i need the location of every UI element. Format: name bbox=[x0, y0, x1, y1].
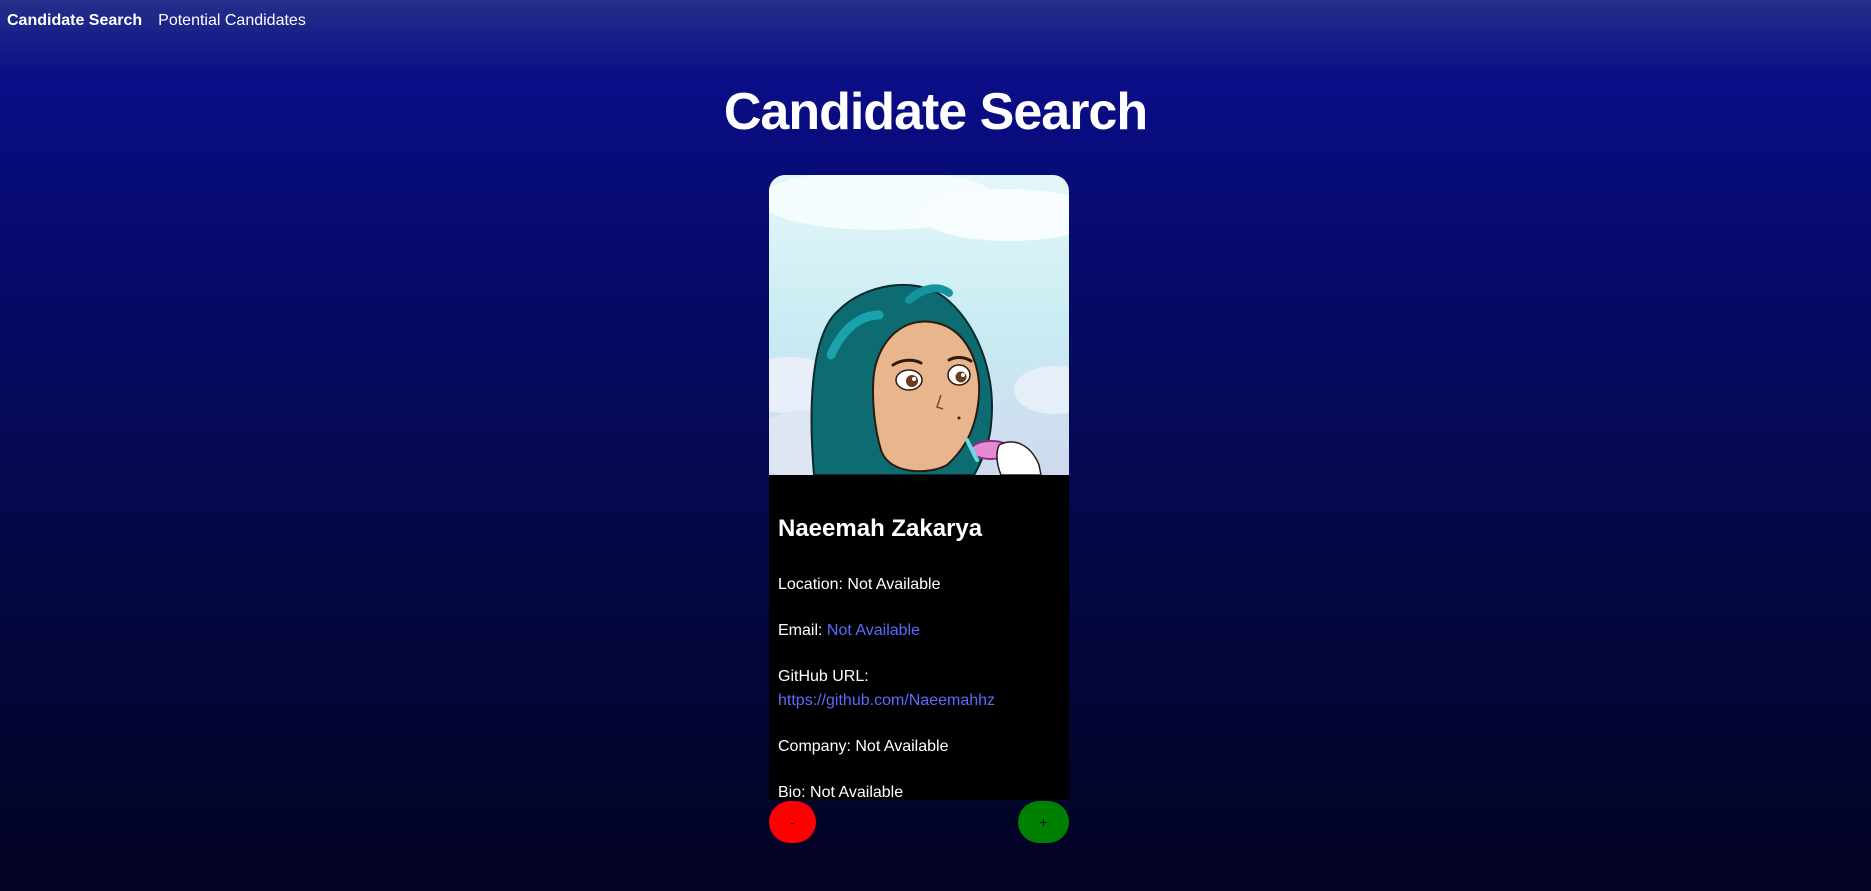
location-row: Location: Not Available bbox=[778, 573, 1060, 597]
candidate-avatar bbox=[769, 175, 1069, 475]
email-link[interactable]: Not Available bbox=[827, 622, 920, 639]
accept-button[interactable]: + bbox=[1018, 801, 1069, 843]
location-value: Not Available bbox=[847, 576, 941, 593]
github-label: GitHub URL: bbox=[778, 668, 869, 685]
bio-value: Not Available bbox=[810, 784, 904, 801]
company-row: Company: Not Available bbox=[778, 735, 1060, 759]
email-label: Email: bbox=[778, 622, 823, 639]
candidate-card: Naeemah Zakarya Location: Not Available … bbox=[769, 175, 1069, 801]
email-row: Email: Not Available bbox=[778, 619, 1060, 643]
bio-label: Bio: bbox=[778, 784, 806, 801]
company-label: Company: bbox=[778, 738, 851, 755]
company-value: Not Available bbox=[855, 738, 949, 755]
top-nav: Candidate Search Potential Candidates bbox=[7, 12, 306, 30]
location-label: Location: bbox=[778, 576, 843, 593]
github-link[interactable]: https://github.com/Naeemahhz bbox=[778, 692, 995, 709]
nav-link-candidate-search[interactable]: Candidate Search bbox=[7, 12, 142, 30]
candidate-name: Naeemah Zakarya bbox=[778, 515, 983, 542]
github-row: GitHub URL: https://github.com/Naeemahhz bbox=[778, 665, 1060, 713]
nav-link-potential-candidates[interactable]: Potential Candidates bbox=[158, 12, 306, 30]
reject-button[interactable]: - bbox=[769, 801, 816, 843]
page-title: Candidate Search bbox=[723, 83, 1148, 141]
bio-row: Bio: Not Available bbox=[778, 781, 1060, 805]
candidate-info: Naeemah Zakarya Location: Not Available … bbox=[769, 515, 1069, 805]
